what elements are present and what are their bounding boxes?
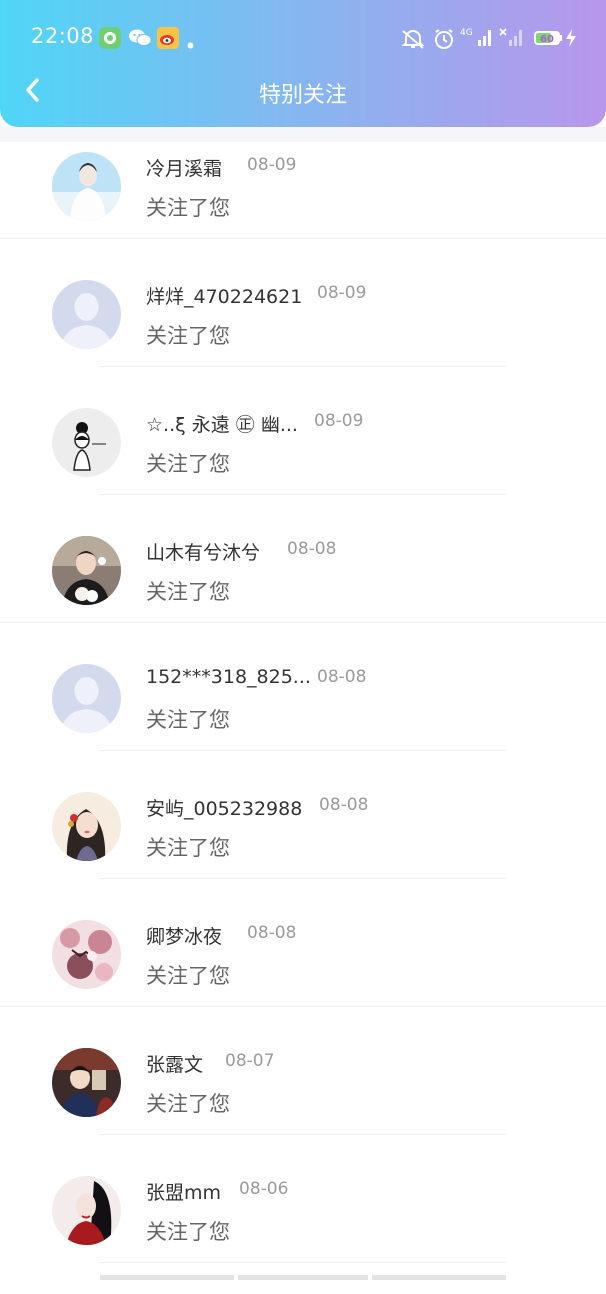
follow-message: 关注了您 [146,1092,230,1116]
avatar[interactable] [52,792,121,861]
follow-item[interactable]: 张露文 08-07 关注了您 [0,1038,606,1166]
follow-message: 关注了您 [146,964,230,988]
name-row: ☆..ξ 永遠 ㊣ 幽... 08-09 [146,410,363,438]
name-row: 152***318_825... 08-08 [146,666,366,694]
follow-item[interactable]: 冷月溪霜 08-09 关注了您 [0,142,606,270]
follow-item[interactable]: ☆..ξ 永遠 ㊣ 幽... 08-09 关注了您 [0,398,606,526]
avatar[interactable] [52,920,121,989]
avatar[interactable] [52,1048,121,1117]
follow-date: 08-08 [247,923,297,943]
follow-list: 冷月溪霜 08-09 关注了您 烊烊_470224621 08-09 关注了您 ☆..ξ 永… [0,142,606,1294]
divider [0,238,606,239]
follow-message: 关注了您 [146,708,230,732]
page-title: 特别关注 [258,83,347,108]
app-header: 22:08 4G 60 特别关注 [0,0,606,127]
name-row: 张盟mm 08-06 [146,1178,288,1206]
divider [0,1006,606,1007]
follow-message: 关注了您 [146,1220,230,1244]
avatar[interactable] [52,280,121,349]
wechat-icon [128,27,152,53]
name-row: 卿梦冰夜 08-08 [146,922,296,950]
avatar[interactable] [52,536,121,605]
name-row: 张露文 08-07 [146,1050,274,1078]
follow-message: 关注了您 [146,836,230,860]
status-bar: 22:08 4G 60 [0,0,606,76]
avatar[interactable] [52,152,121,221]
follow-message: 关注了您 [146,324,230,348]
user-name[interactable]: 卿梦冰夜 [146,926,222,948]
user-name[interactable]: 烊烊_470224621 [146,286,302,308]
follow-date: 08-09 [247,155,297,175]
user-name[interactable]: 山木有兮沐兮 [146,542,260,564]
signal-4g-icon: 4G [460,26,494,54]
follow-item[interactable]: 卿梦冰夜 08-08 关注了您 [0,910,606,1038]
follow-date: 08-08 [319,795,369,815]
divider [100,878,506,879]
nav-pill-center [238,1275,368,1280]
status-time: 22:08 [31,24,95,48]
divider [100,366,506,367]
nav-pill-left [100,1275,234,1280]
alarm-icon [433,28,455,54]
user-name[interactable]: 冷月溪霜 [146,158,222,180]
header-spacer [0,127,606,142]
follow-item[interactable]: 152***318_825... 08-08 关注了您 [0,654,606,782]
follow-item[interactable]: 安屿_005232988 08-08 关注了您 [0,782,606,910]
avatar[interactable] [52,1176,121,1245]
divider [100,1262,506,1263]
weibo-icon [157,27,179,53]
user-name[interactable]: 152***318_825... [146,666,311,688]
name-row: 冷月溪霜 08-09 [146,154,296,182]
divider [100,1134,506,1135]
follow-date: 08-09 [314,411,364,431]
follow-date: 08-06 [239,1179,289,1199]
user-name[interactable]: ☆..ξ 永遠 ㊣ 幽... [146,414,298,436]
battery-icon: 60 [533,28,563,52]
name-row: 山木有兮沐兮 08-08 [146,538,336,566]
follow-item[interactable]: 山木有兮沐兮 08-08 关注了您 [0,526,606,654]
avatar[interactable] [52,408,121,477]
follow-date: 08-09 [317,283,367,303]
mute-icon [400,28,426,54]
charging-icon [564,28,578,52]
svg-text:60: 60 [540,34,554,45]
signal-no-service-icon [499,26,525,54]
svg-text:4G: 4G [460,28,473,38]
avatar[interactable] [52,664,121,733]
follow-message: 关注了您 [146,580,230,604]
user-name[interactable]: 张露文 [146,1054,203,1076]
divider [100,494,506,495]
dot-icon [187,34,194,53]
user-name[interactable]: 张盟mm [146,1182,221,1204]
nav-pill-right [372,1275,506,1280]
name-row: 安屿_005232988 08-08 [146,794,368,822]
green-app-icon [99,27,121,53]
divider [100,750,506,751]
divider [0,622,606,623]
follow-date: 08-08 [317,667,367,687]
name-row: 烊烊_470224621 08-09 [146,282,366,310]
follow-message: 关注了您 [146,196,230,220]
follow-message: 关注了您 [146,452,230,476]
follow-item[interactable]: 烊烊_470224621 08-09 关注了您 [0,270,606,398]
follow-date: 08-07 [225,1051,275,1071]
follow-date: 08-08 [287,539,337,559]
user-name[interactable]: 安屿_005232988 [146,798,302,820]
